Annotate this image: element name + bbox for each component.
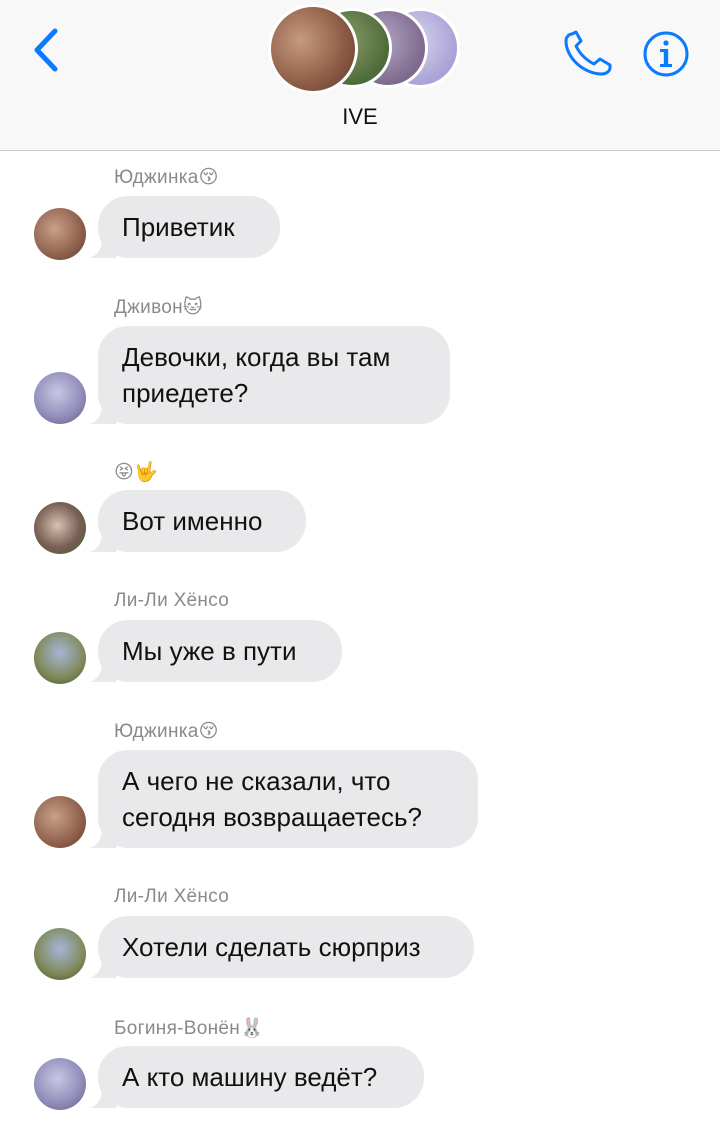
message-text: Хотели сделать сюрприз — [122, 932, 421, 962]
avatar[interactable] — [34, 928, 86, 980]
avatar[interactable] — [34, 796, 86, 848]
group-avatar-stack[interactable] — [268, 4, 460, 96]
sender-name: Юджинка😚 — [114, 721, 219, 742]
back-button[interactable] — [24, 24, 68, 76]
member-avatar — [268, 4, 358, 94]
message-text: А чего не сказали, что — [122, 766, 391, 796]
avatar[interactable] — [34, 632, 86, 684]
sender-name: Богиня-Вонён🐰 — [114, 1018, 265, 1039]
message-text: Приветик — [122, 212, 235, 242]
avatar[interactable] — [34, 372, 86, 424]
sender-name: Ли-Ли Хёнсо — [114, 590, 230, 611]
call-button[interactable] — [560, 28, 616, 80]
message-text: Девочки, когда вы там — [122, 342, 391, 372]
phone-icon — [564, 30, 612, 76]
avatar[interactable] — [34, 1058, 86, 1110]
message-text: Мы уже в пути — [122, 636, 297, 666]
message-bubble[interactable]: А чего не сказали, что сегодня возвращае… — [90, 750, 478, 848]
chevron-left-icon — [34, 28, 58, 72]
bubble-tail — [90, 828, 116, 848]
message-bubble[interactable]: Девочки, когда вы там приедете? — [90, 326, 450, 424]
bubble-tail — [90, 1088, 116, 1108]
message-text: А кто машину ведёт? — [122, 1062, 378, 1092]
message-bubble[interactable]: Мы уже в пути — [90, 620, 342, 682]
info-button[interactable] — [640, 28, 692, 80]
message-bubble[interactable]: Приветик — [90, 196, 280, 258]
chat-screen: IVE Юджинка😚 Приветик Дживон🐱 Девочки, к… — [0, 0, 720, 1124]
message-text: сегодня возвращаетесь? — [122, 802, 422, 832]
group-name[interactable]: IVE — [0, 104, 720, 130]
message-bubble[interactable]: А кто машину ведёт? — [90, 1046, 424, 1108]
info-icon — [643, 31, 689, 77]
chat-header: IVE — [0, 0, 720, 151]
sender-name: Ли-Ли Хёнсо — [114, 886, 230, 907]
bubble-tail — [90, 958, 116, 978]
message-text: Вот именно — [122, 506, 263, 536]
sender-name: Дживон🐱 — [114, 297, 204, 318]
message-bubble[interactable]: Вот именно — [90, 490, 306, 552]
bubble-tail — [90, 238, 116, 258]
sender-name: 😝🤟 — [114, 462, 159, 483]
avatar[interactable] — [34, 502, 86, 554]
bubble-tail — [90, 662, 116, 682]
bubble-tail — [90, 532, 116, 552]
sender-name: Юджинка😚 — [114, 167, 219, 188]
avatar[interactable] — [34, 208, 86, 260]
bubble-tail — [90, 404, 116, 424]
message-text: приедете? — [122, 378, 249, 408]
message-bubble[interactable]: Хотели сделать сюрприз — [90, 916, 474, 978]
